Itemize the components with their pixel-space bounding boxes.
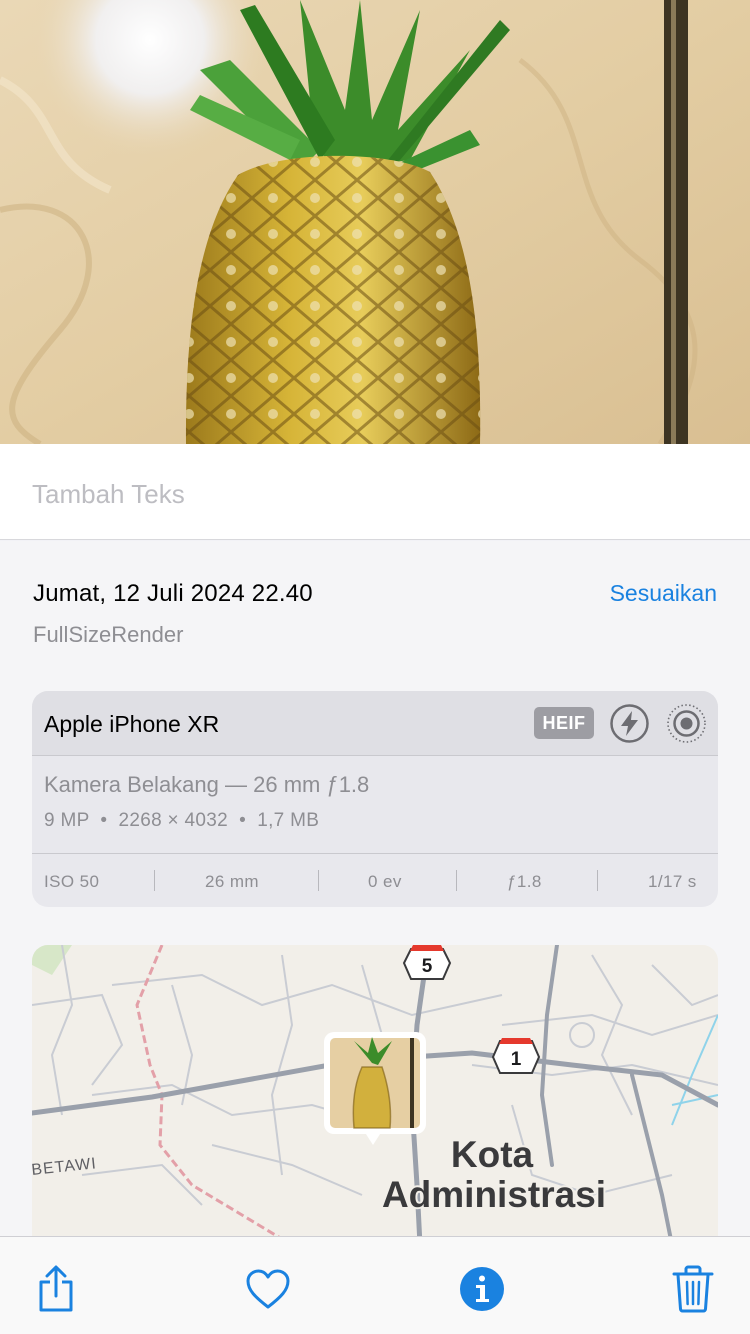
location-map[interactable]: 5 1 Kota Administrasi BETAWI	[32, 945, 718, 1245]
device-name: Apple iPhone XR	[44, 711, 220, 737]
live-photo-icon	[667, 704, 706, 743]
aperture-value: ƒ1.8	[507, 872, 542, 891]
divider	[318, 870, 319, 891]
photo-location-pin[interactable]	[324, 1032, 426, 1145]
format-badge: HEIF	[534, 707, 594, 739]
place-name-line1: Kota	[451, 1134, 534, 1175]
info-icon	[460, 1267, 504, 1311]
exif-row: ISO 50 26 mm 0 ev ƒ1.8 1/17 s	[32, 853, 718, 907]
delete-button[interactable]	[669, 1263, 717, 1315]
route-5-label: 5	[422, 956, 433, 977]
heart-icon	[246, 1269, 290, 1309]
place-name-line2: Administrasi	[382, 1174, 606, 1215]
focal-length-value: 26 mm	[205, 872, 259, 891]
bottom-toolbar	[0, 1236, 750, 1334]
info-panel: Jumat, 12 Juli 2024 22.40 Sesuaikan Full…	[0, 541, 750, 1245]
photo-datetime: Jumat, 12 Juli 2024 22.40	[33, 580, 313, 607]
caption-area	[0, 444, 750, 540]
divider	[597, 870, 598, 891]
info-button[interactable]	[458, 1263, 506, 1315]
camera-card-header: Apple iPhone XR HEIF	[32, 691, 718, 756]
camera-info-card: Apple iPhone XR HEIF Kamera Belakang — 2…	[32, 691, 718, 907]
share-button[interactable]	[32, 1263, 80, 1315]
exposure-value: 0 ev	[368, 872, 402, 891]
iso-value: ISO 50	[44, 872, 100, 891]
divider	[456, 870, 457, 891]
divider	[154, 870, 155, 891]
share-icon	[39, 1265, 73, 1312]
image-specs: 9 MP • 2268 × 4032 • 1,7 MB	[44, 810, 320, 831]
favorite-button[interactable]	[244, 1263, 292, 1315]
route-1-shield: 1	[491, 1038, 541, 1074]
pineapple-photo	[0, 0, 750, 444]
shutter-speed-value: 1/17 s	[648, 872, 697, 891]
photo-view[interactable]	[0, 0, 750, 444]
route-1-label: 1	[511, 1049, 522, 1070]
lens-info: Kamera Belakang — 26 mm ƒ1.8	[44, 772, 370, 797]
route-5-shield: 5	[402, 945, 452, 980]
flash-off-icon	[610, 704, 649, 743]
add-text-input[interactable]	[32, 474, 712, 514]
photo-filename: FullSizeRender	[33, 622, 184, 647]
map-canvas: 5 1 Kota Administrasi BETAWI	[32, 945, 718, 1245]
adjust-button[interactable]: Sesuaikan	[610, 580, 717, 607]
trash-icon	[672, 1265, 714, 1313]
